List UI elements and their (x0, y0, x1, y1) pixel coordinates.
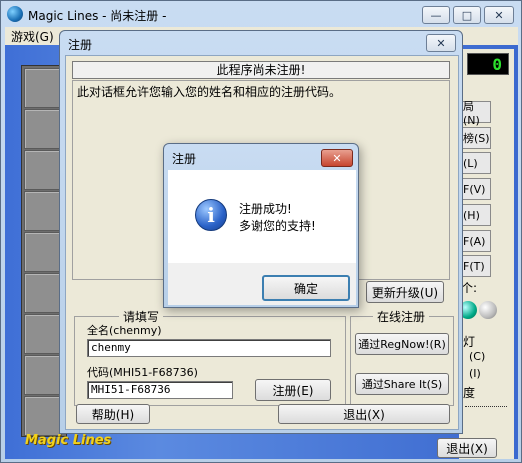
message-line1: 注册成功! (239, 202, 292, 216)
message-content: i 注册成功! 多谢您的支持! (168, 170, 356, 263)
fill-group: 请填写 全名(chenmy) chenmy 代码(MHI51-F68736) M… (74, 308, 346, 406)
side-opt-i[interactable]: (I) (469, 367, 481, 380)
name-label: 全名(chenmy) (87, 324, 162, 337)
message-close-button[interactable]: ✕ (321, 149, 353, 167)
online-group-label: 在线注册 (373, 308, 430, 325)
code-label: 代码(MHI51-F68736) (87, 366, 198, 379)
shareit-button[interactable]: 通过Share It(S) (355, 373, 449, 395)
side-button-new[interactable]: 局(N) (459, 100, 491, 127)
main-title-bar: Magic Lines - 尚未注册 - — □ ✕ (1, 1, 521, 27)
upgrade-button[interactable]: 更新升级(U) (366, 281, 444, 303)
board-cell[interactable] (24, 314, 62, 354)
board-cell[interactable] (24, 396, 62, 436)
side-speed-label: 度 (463, 386, 476, 400)
code-field-value: MHI51-F68736 (91, 383, 171, 396)
side-opt-c[interactable]: (C) (469, 350, 485, 363)
side-panel: 0 局(N) 榜(S) (L) F(V) (H) F(A) F(T) 个: 灯 … (459, 49, 514, 459)
side-count-label: 个: (461, 281, 478, 295)
register-button[interactable]: 注册(E) (255, 379, 331, 401)
side-button-scores[interactable]: 榜(S) (459, 127, 491, 149)
ok-button[interactable]: 确定 (262, 275, 350, 301)
side-button-t[interactable]: F(T) (459, 255, 491, 277)
menu-game[interactable]: 游戏(G) (11, 28, 54, 45)
side-group-label: 灯 (463, 335, 476, 349)
main-exit-button[interactable]: 退出(X) (437, 438, 497, 458)
app-globe-icon (7, 6, 23, 22)
board-cell[interactable] (24, 355, 62, 395)
minimize-button[interactable]: — (422, 6, 450, 24)
regnow-button[interactable]: 通过RegNow!(R) (355, 333, 449, 355)
online-register-group: 在线注册 通过RegNow!(R) 通过Share It(S) (350, 308, 454, 406)
info-icon: i (195, 199, 227, 231)
description-text: 此对话框允许您输入您的姓名和相应的注册代码。 (77, 85, 342, 99)
message-line2: 多谢您的支持! (239, 219, 316, 233)
message-footer: 确定 (168, 263, 356, 305)
help-button[interactable]: 帮助(H) (76, 404, 150, 424)
board-cell[interactable] (24, 232, 62, 272)
side-button-a[interactable]: F(A) (459, 230, 491, 252)
side-button-v[interactable]: F(V) (459, 178, 491, 200)
name-field[interactable]: chenmy (87, 339, 331, 357)
register-exit-button[interactable]: 退出(X) (278, 404, 450, 424)
board-cell[interactable] (24, 68, 62, 108)
board-cell[interactable] (24, 191, 62, 231)
speed-slider[interactable] (465, 406, 507, 408)
register-close-button[interactable]: ✕ (426, 34, 456, 52)
unregistered-banner-text: 此程序尚未注册! (216, 63, 306, 77)
close-button[interactable]: ✕ (484, 6, 514, 24)
board-cell[interactable] (24, 150, 62, 190)
message-box-title: 注册 (172, 152, 197, 166)
magic-lines-logo: Magic Lines (25, 433, 112, 448)
score-value: 0 (492, 55, 502, 74)
board-cell[interactable] (24, 109, 62, 149)
side-button-h[interactable]: (H) (459, 204, 491, 226)
register-dialog-title: 注册 (68, 38, 93, 52)
code-field[interactable]: MHI51-F68736 (87, 381, 233, 399)
main-window-title: Magic Lines - 尚未注册 - (28, 9, 167, 23)
name-field-value: chenmy (91, 341, 131, 354)
maximize-button[interactable]: □ (453, 6, 481, 24)
board-cell[interactable] (24, 273, 62, 313)
unregistered-banner: 此程序尚未注册! (72, 61, 450, 79)
next-ball-white (479, 301, 497, 319)
side-button-l[interactable]: (L) (459, 152, 491, 174)
message-box: 注册 ✕ i 注册成功! 多谢您的支持! 确定 (163, 143, 359, 308)
score-display: 0 (467, 53, 509, 75)
